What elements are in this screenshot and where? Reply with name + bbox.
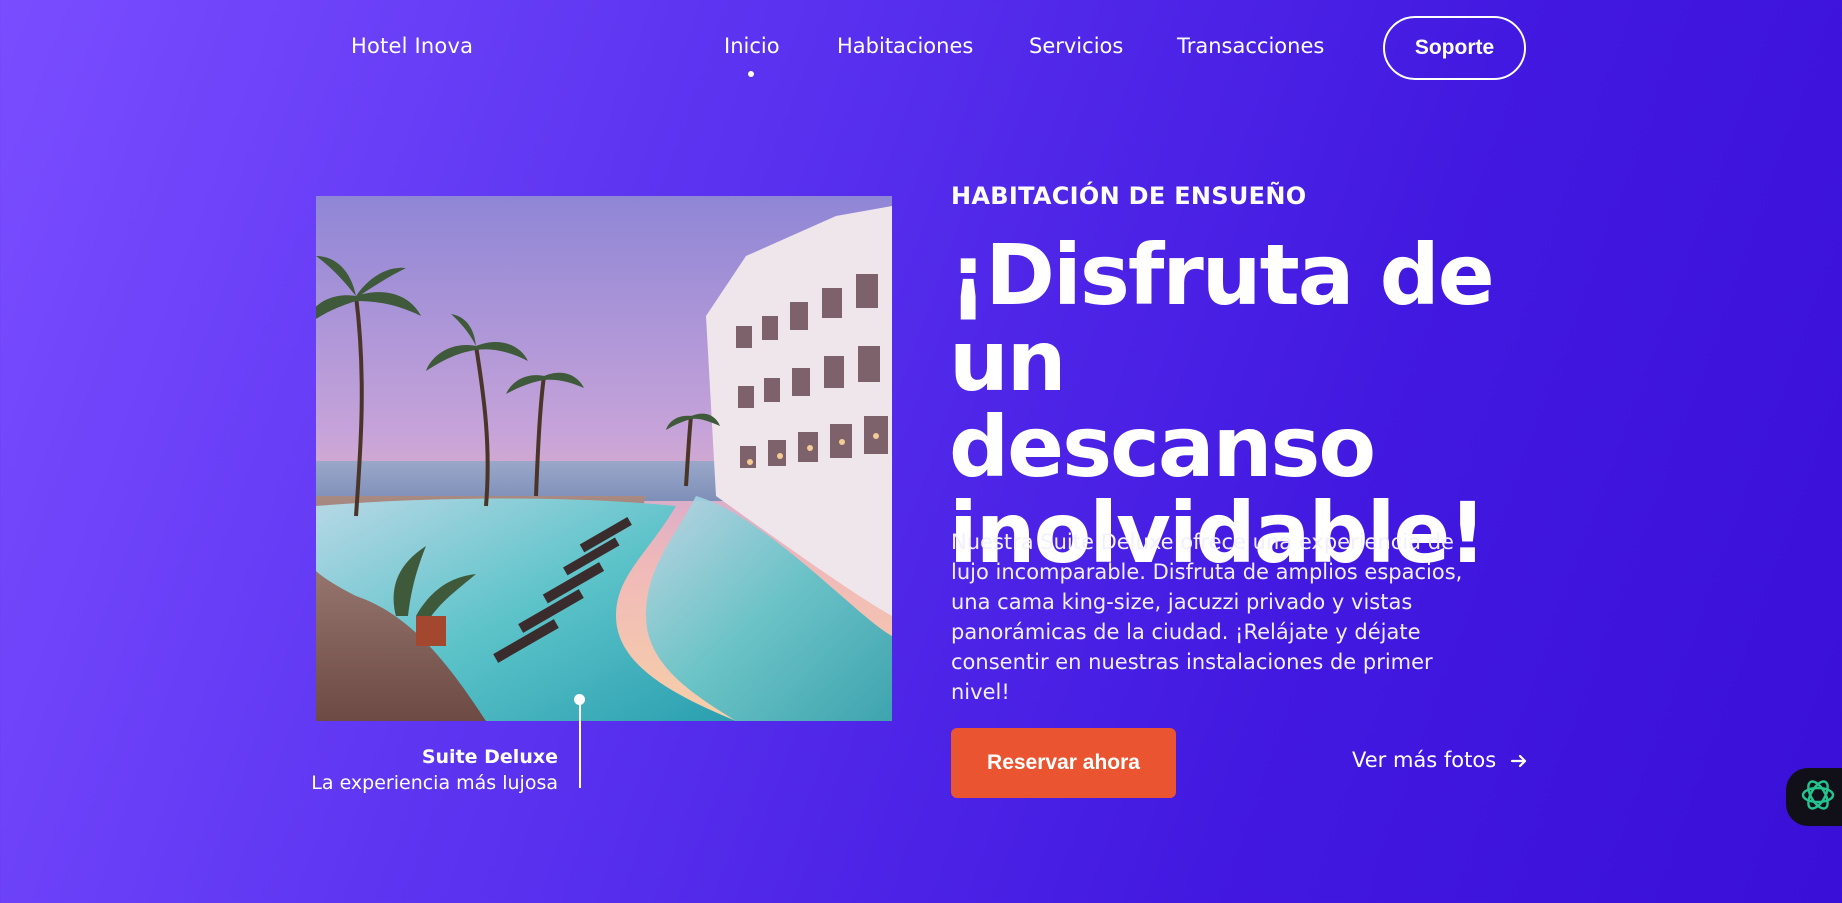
nav-item-transacciones[interactable]: Transacciones (1177, 34, 1324, 58)
headline-line-1: ¡Disfruta de (949, 226, 1495, 324)
main-nav: Inicio Habitaciones Servicios Transaccio… (0, 34, 1842, 64)
reserve-now-button[interactable]: Reservar ahora (951, 728, 1176, 798)
arrow-right-icon (1510, 751, 1528, 769)
suite-photo (316, 196, 892, 721)
hero-headline: ¡Disfruta de un descanso inolvidable! (949, 232, 1509, 576)
nav-item-habitaciones[interactable]: Habitaciones (837, 34, 973, 58)
photo-caption-title: Suite Deluxe (421, 746, 558, 768)
caption-connector-dot (574, 694, 585, 705)
caption-connector-line (579, 700, 581, 788)
headline-line-2: un descanso (949, 312, 1376, 496)
photo-caption-subtitle: La experiencia más lujosa (311, 772, 558, 794)
hero-description: Nuestra Suite Deluxe ofrece una experien… (951, 530, 1463, 704)
more-photos-link[interactable]: Ver más fotos (1352, 748, 1528, 772)
assistant-knot-icon (1798, 775, 1838, 819)
active-nav-indicator (748, 71, 754, 77)
support-button[interactable]: Soporte (1383, 16, 1526, 80)
more-photos-label: Ver más fotos (1352, 748, 1497, 772)
resort-pool-illustration (316, 196, 892, 721)
nav-item-inicio[interactable]: Inicio (724, 34, 780, 58)
nav-item-servicios[interactable]: Servicios (1029, 34, 1123, 58)
hero-eyebrow: HABITACIÓN DE ENSUEÑO (951, 182, 1307, 210)
assistant-launcher-button[interactable] (1786, 768, 1842, 826)
